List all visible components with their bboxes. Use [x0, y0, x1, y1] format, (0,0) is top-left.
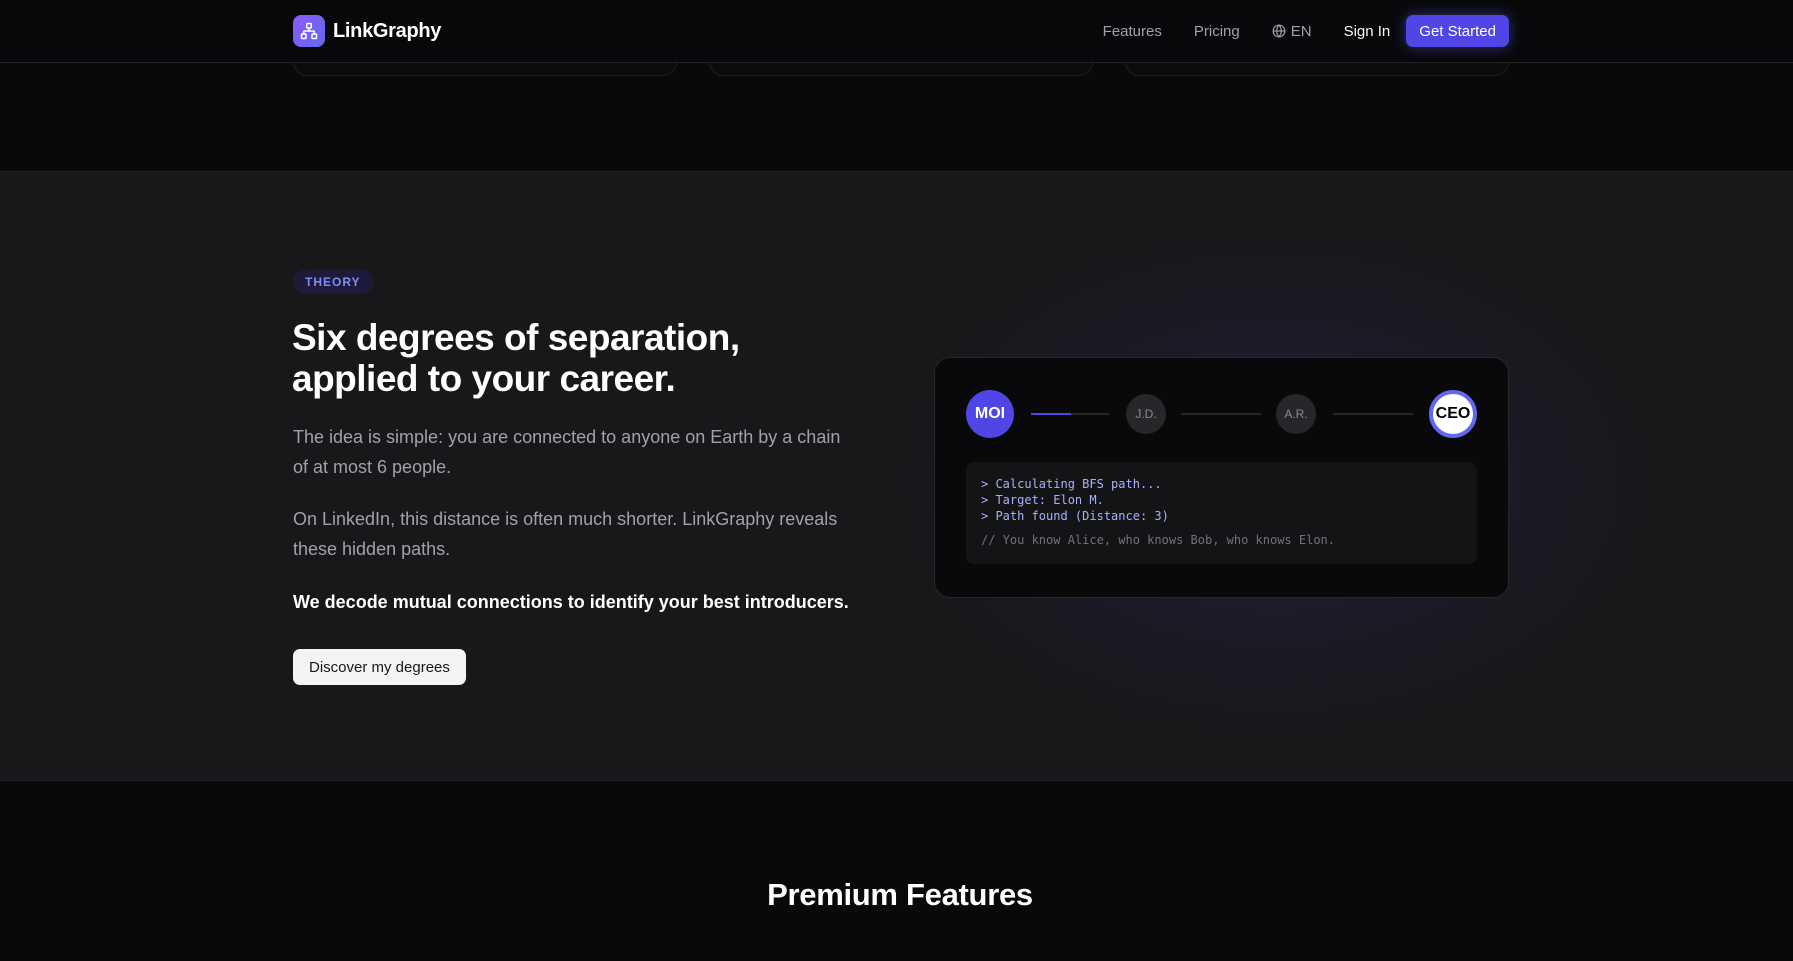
terminal-line: > Calculating BFS path...	[981, 477, 1162, 491]
brand[interactable]: LinkGraphy	[293, 15, 441, 47]
nav-link-pricing[interactable]: Pricing	[1194, 23, 1240, 40]
discover-degrees-button[interactable]: Discover my degrees	[293, 649, 466, 685]
terminal-output: > Calculating BFS path... > Target: Elon…	[966, 462, 1477, 564]
path-node-target: CEO	[1429, 390, 1477, 438]
path-node-start: MOI	[966, 390, 1014, 438]
network-logo-icon	[293, 15, 325, 47]
navbar-inner: LinkGraphy Features Pricing EN Sign In G…	[293, 0, 1509, 62]
nav-menu: Features Pricing EN Sign In Get Started	[1103, 15, 1509, 47]
path-node-intermediate: J.D.	[1126, 394, 1166, 434]
terminal-comment: // You know Alice, who knows Bob, who kn…	[981, 533, 1336, 547]
section-headline: Six degrees of separation, applied to yo…	[292, 317, 740, 399]
terminal-line: > Target: Elon M.	[981, 493, 1104, 507]
brand-name: LinkGraphy	[333, 19, 442, 42]
theory-emphasis: We decode mutual connections to identify…	[293, 592, 849, 612]
theory-paragraph-1: The idea is simple: you are connected to…	[293, 427, 841, 477]
terminal-line: > Path found (Distance: 3)	[981, 509, 1169, 523]
globe-icon	[1272, 24, 1286, 38]
path-visual-card: MOI J.D. A.R. CEO > Calculating BFS path…	[934, 357, 1509, 598]
get-started-button[interactable]: Get Started	[1406, 15, 1509, 47]
navbar: LinkGraphy Features Pricing EN Sign In G…	[0, 0, 1793, 63]
sign-in-link[interactable]: Sign In	[1344, 23, 1391, 40]
theory-section: THEORY Six degrees of separation, applie…	[0, 172, 1793, 781]
path-link	[1181, 413, 1261, 415]
section-badge: THEORY	[293, 270, 373, 294]
features-title: Premium Features	[767, 877, 1033, 912]
path-link-progress	[1031, 413, 1071, 415]
language-label: EN	[1290, 22, 1312, 40]
path-node-intermediate: A.R.	[1276, 394, 1316, 434]
language-selector[interactable]: EN	[1272, 23, 1312, 40]
path-link	[1333, 413, 1413, 415]
nav-link-features[interactable]: Features	[1103, 23, 1162, 40]
theory-paragraph-2: On LinkedIn, this distance is often much…	[293, 509, 838, 559]
features-section: Premium Features	[0, 781, 1793, 961]
landing-page: LinkGraphy Features Pricing EN Sign In G…	[0, 0, 1793, 961]
